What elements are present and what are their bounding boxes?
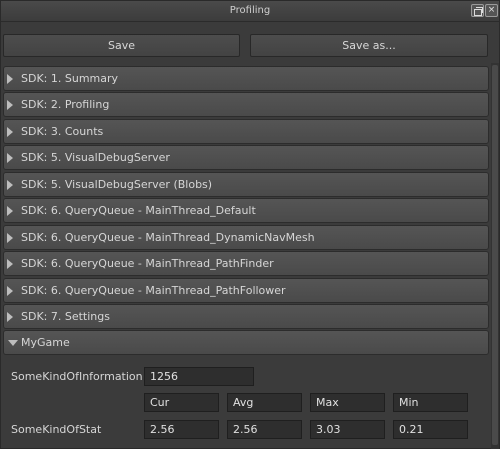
section-header-visualdebugserver[interactable]: SDK: 5. VisualDebugServer [3,145,489,171]
window-title: Profiling [229,5,271,16]
section-label: SDK: 6. QueryQueue - MainThread_PathFind… [21,257,274,271]
section-label: SDK: 6. QueryQueue - MainThread_DynamicN… [21,230,315,244]
collapsed-arrow-icon [7,232,13,243]
section-header-counts[interactable]: SDK: 3. Counts [3,118,489,144]
section-header-profiling[interactable]: SDK: 2. Profiling [3,92,489,118]
section-header-mygame[interactable]: MyGame [3,330,489,356]
stat-header-cur: Cur [144,393,219,412]
section-list: SDK: 1. Summary SDK: 2. Profiling SDK: 3… [3,66,489,357]
save-as-button[interactable]: Save as... [250,34,488,57]
collapsed-arrow-icon [7,311,13,322]
section-label: SDK: 3. Counts [21,124,104,138]
save-button[interactable]: Save [3,34,240,57]
scrollbar-thumb[interactable] [492,65,498,445]
stat-value-min[interactable]: 0.21 [393,420,468,439]
title-bar[interactable]: Profiling × [1,1,499,22]
section-header-queryqueue-pathfollower[interactable]: SDK: 6. QueryQueue - MainThread_PathFoll… [3,277,489,303]
section-label: SDK: 6. QueryQueue - MainThread_Default [21,204,256,218]
section-header-summary[interactable]: SDK: 1. Summary [3,66,489,91]
collapsed-arrow-icon [7,153,13,164]
collapsed-arrow-icon [7,206,13,217]
stat-value-max[interactable]: 3.03 [310,420,385,439]
stat-value-avg[interactable]: 2.56 [227,420,302,439]
section-header-queryqueue-pathfinder[interactable]: SDK: 6. QueryQueue - MainThread_PathFind… [3,251,489,277]
collapsed-arrow-icon [7,259,13,270]
section-header-settings[interactable]: SDK: 7. Settings [3,303,489,329]
stat-label: SomeKindOfStat [11,423,102,436]
expanded-arrow-icon [8,340,18,347]
restore-window-icon[interactable] [471,4,484,17]
collapsed-arrow-icon [7,100,13,111]
collapsed-arrow-icon [7,179,13,190]
section-label: SDK: 5. VisualDebugServer (Blobs) [21,177,213,191]
section-header-queryqueue-default[interactable]: SDK: 6. QueryQueue - MainThread_Default [3,198,489,224]
profiling-window: Profiling × Save Save as... SDK: 1. Summ… [0,0,500,449]
vertical-scrollbar[interactable] [491,63,499,449]
collapsed-arrow-icon [7,126,13,137]
section-header-queryqueue-dynamicnavmesh[interactable]: SDK: 6. QueryQueue - MainThread_DynamicN… [3,224,489,250]
section-label: SDK: 1. Summary [21,72,119,85]
stat-header-avg: Avg [227,393,302,412]
stat-header-max: Max [310,393,385,412]
section-label: SDK: 2. Profiling [21,98,110,112]
section-header-visualdebugserver-blobs[interactable]: SDK: 5. VisualDebugServer (Blobs) [3,171,489,197]
section-label: SDK: 7. Settings [21,309,110,323]
section-label: SDK: 6. QueryQueue - MainThread_PathFoll… [21,283,286,297]
close-icon[interactable]: × [485,4,498,17]
section-label: MyGame [21,336,70,350]
stat-value-cur[interactable]: 2.56 [144,420,219,439]
collapsed-arrow-icon [7,74,13,84]
stat-header-min: Min [393,393,468,412]
info-value-field[interactable]: 1256 [144,367,254,386]
collapsed-arrow-icon [7,285,13,296]
info-label: SomeKindOfInformation [11,370,143,383]
section-label: SDK: 5. VisualDebugServer [21,151,170,165]
